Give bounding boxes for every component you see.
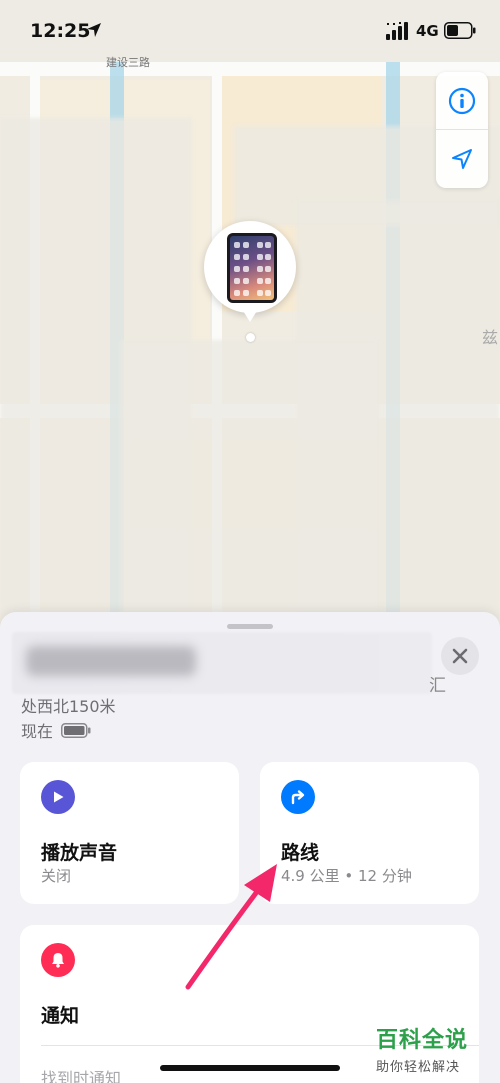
play-sound-status: 关闭	[41, 867, 72, 885]
status-time: 12:25	[30, 20, 91, 42]
network-type: 4G	[416, 22, 439, 40]
status-bar: 12:25 4G	[0, 0, 500, 62]
close-icon	[452, 648, 468, 664]
bell-icon	[41, 943, 75, 977]
info-icon	[448, 87, 476, 114]
play-sound-card[interactable]: 播放声音 关闭	[20, 762, 239, 904]
device-detail-sheet: 汇 处西北150米 现在 播放声音 关闭 路线 4.9 公里 • 12 分钟 通…	[0, 612, 500, 1083]
directions-title: 路线	[281, 842, 320, 864]
device-pin-tail	[240, 306, 260, 322]
device-location-dot	[246, 333, 255, 342]
notify-when-found-option[interactable]: 找到时通知	[41, 1065, 121, 1083]
device-name-redacted	[12, 632, 432, 694]
directions-icon	[281, 780, 315, 814]
last-seen-time: 现在	[21, 722, 54, 741]
map-side-label: 兹	[482, 328, 499, 347]
map-controls	[436, 72, 488, 188]
directions-card[interactable]: 路线 4.9 公里 • 12 分钟	[260, 762, 479, 904]
device-distance: 处西北150米	[21, 697, 116, 716]
watermark: 百科全说 助你轻松解决	[376, 1022, 492, 1075]
battery-icon	[444, 22, 476, 39]
close-button[interactable]	[441, 637, 479, 675]
notifications-title: 通知	[41, 1005, 80, 1027]
directions-detail: 4.9 公里 • 12 分钟	[281, 867, 412, 885]
last-seen-row: 现在	[21, 718, 91, 742]
track-location-button[interactable]	[436, 130, 488, 188]
watermark-title: 百科全说	[376, 1028, 469, 1053]
address-suffix: 汇	[429, 676, 446, 696]
sheet-grabber[interactable]	[227, 624, 273, 629]
cellular-signal-icon	[386, 22, 408, 40]
ipad-device-icon	[227, 233, 277, 303]
location-arrow-icon	[87, 23, 101, 37]
home-indicator[interactable]	[160, 1065, 340, 1071]
location-arrow-outline-icon	[452, 149, 472, 169]
map-info-button[interactable]	[436, 72, 488, 130]
play-sound-title: 播放声音	[41, 842, 118, 864]
device-battery-icon	[61, 722, 91, 738]
watermark-subtitle: 助你轻松解决	[376, 1060, 461, 1075]
play-sound-icon	[41, 780, 75, 814]
